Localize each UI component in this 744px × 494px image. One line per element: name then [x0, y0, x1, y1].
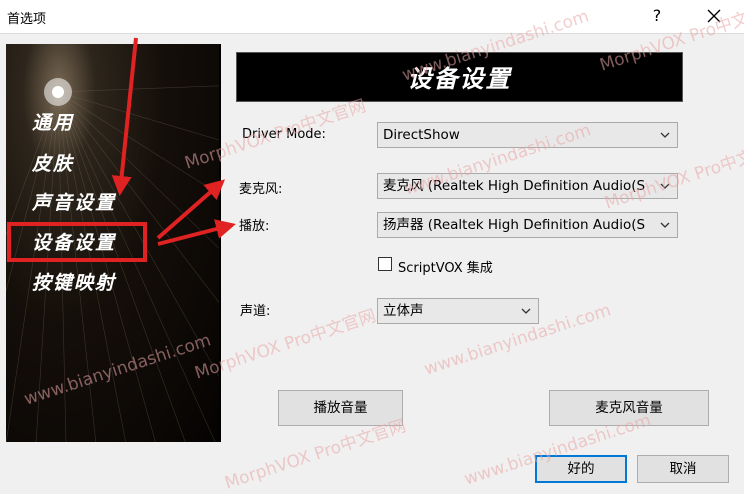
microphone-select[interactable]: 麦克风 (Realtek High Definition Audio(S	[377, 173, 678, 199]
chevron-down-icon	[660, 183, 670, 189]
window-title: 首选项	[7, 12, 47, 27]
mic-volume-button[interactable]: 麦克风音量	[549, 390, 709, 426]
nav-item-skins[interactable]: 皮肤	[32, 149, 74, 176]
driver-mode-value: DirectShow	[383, 127, 460, 143]
title-bar: 首选项 ?	[0, 0, 744, 33]
channel-select[interactable]: 立体声	[377, 298, 539, 324]
playback-label: 播放:	[239, 219, 270, 234]
microphone-value: 麦克风 (Realtek High Definition Audio(S	[383, 178, 646, 194]
help-button[interactable]: ?	[646, 4, 668, 28]
playback-select[interactable]: 扬声器 (Realtek High Definition Audio(S	[377, 212, 678, 238]
section-title: 设备设置	[407, 64, 512, 93]
chevron-down-icon	[660, 222, 670, 228]
nav-item-general[interactable]: 通用	[32, 108, 74, 135]
microphone-label: 麦克风:	[239, 182, 283, 197]
playback-value: 扬声器 (Realtek High Definition Audio(S	[383, 217, 646, 233]
highlight-box	[7, 222, 147, 262]
driver-mode-select[interactable]: DirectShow	[377, 122, 678, 148]
cancel-button[interactable]: 取消	[637, 455, 729, 483]
channel-value: 立体声	[383, 303, 424, 319]
playback-volume-button[interactable]: 播放音量	[278, 390, 403, 426]
nav-item-key-mapping[interactable]: 按键映射	[32, 268, 116, 295]
section-banner: 设备设置	[236, 52, 683, 102]
scriptvox-label: ScriptVOX 集成	[398, 261, 493, 276]
scriptvox-checkbox[interactable]	[378, 257, 392, 271]
ok-button[interactable]: 好的	[535, 455, 627, 483]
chevron-down-icon	[521, 308, 531, 314]
channel-label: 声道:	[240, 304, 271, 319]
nav-item-sound-settings[interactable]: 声音设置	[32, 188, 116, 215]
driver-mode-label: Driver Mode:	[242, 127, 326, 142]
chevron-down-icon	[660, 132, 670, 138]
close-icon[interactable]	[700, 2, 728, 30]
